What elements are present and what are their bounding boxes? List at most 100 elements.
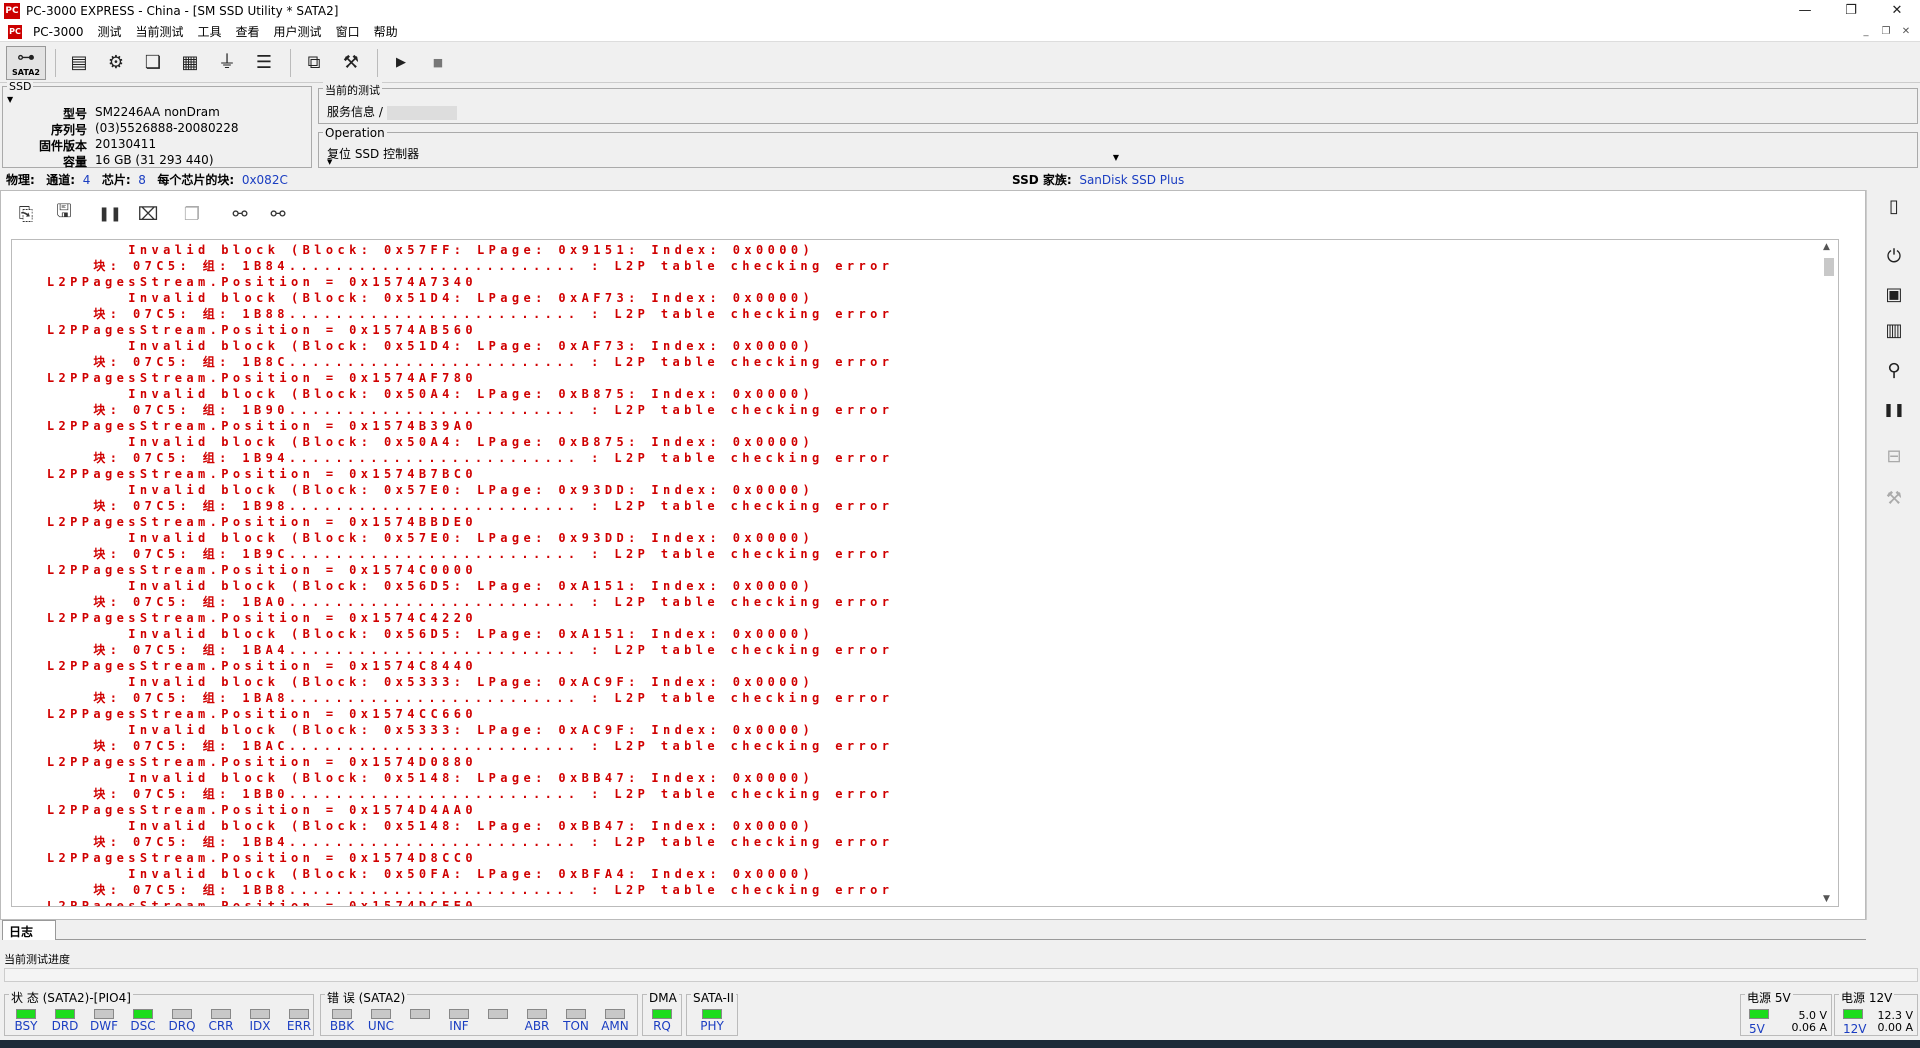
menu-window[interactable]: 窗口 (329, 22, 367, 42)
child-close-button[interactable]: ✕ (1896, 22, 1916, 42)
error-label: BBK (329, 1019, 355, 1033)
right-toolbar: ▯ ⏻ ▣ ▥ ⚲ ❚❚ ⊟ ⚒ (1866, 190, 1920, 920)
board-button[interactable]: ▣ (1867, 284, 1920, 305)
board-icon: ▣ (1885, 284, 1903, 305)
log-line: Invalid block (Block: 0x50FA: LPage: 0xB… (12, 867, 815, 881)
find-button[interactable]: ⚯ (223, 200, 257, 228)
vertical-scrollbar[interactable]: ▲ ▼ (1820, 240, 1838, 906)
log-line: Invalid block (Block: 0x57FF: LPage: 0x9… (12, 243, 815, 257)
dma-rq-indicator: RQ (645, 1009, 679, 1034)
operation-dropdown-icon[interactable]: ▼ (1113, 153, 1119, 162)
ssd-panel-title: SSD (7, 80, 34, 93)
run-button[interactable]: ▶ (384, 46, 418, 80)
log-line: 块: 07C5: 组: 1BB0........................… (12, 787, 894, 801)
status-led (133, 1009, 153, 1019)
power-12v-title: 电源 12V (1839, 991, 1895, 1005)
menu-tools[interactable]: 工具 (191, 22, 229, 42)
open-log-button[interactable]: ⎘ (9, 200, 43, 228)
log-line: Invalid block (Block: 0x5148: LPage: 0xB… (12, 771, 815, 785)
log-line: 块: 07C5: 组: 1BA0........................… (12, 595, 894, 609)
sata-title: SATA-II (691, 991, 736, 1005)
log-line: Invalid block (Block: 0x57E0: LPage: 0x9… (12, 483, 815, 497)
menu-current-test[interactable]: 当前测试 (129, 22, 191, 42)
status-label: BSY (14, 1019, 38, 1033)
log-text-area[interactable]: Invalid block (Block: 0x57FF: LPage: 0x9… (11, 239, 1839, 907)
operation-expand-icon[interactable]: ▼ (327, 158, 332, 166)
minimize-button[interactable]: — (1782, 0, 1828, 22)
power-12v-current: 0.00 A (1877, 1021, 1913, 1034)
drive-button[interactable]: ⊟ (1867, 446, 1920, 467)
log-line: 块: 07C5: 组: 1BAC........................… (12, 739, 894, 753)
sata2-port-button[interactable]: ⊶ SATA2 (6, 45, 46, 80)
list-button[interactable]: ☰ (247, 46, 281, 80)
clear-log-button[interactable]: ⌧ (131, 200, 165, 228)
menu-view[interactable]: 查看 (229, 22, 267, 42)
error-indicator: TON (559, 1009, 593, 1034)
sd-card-button[interactable]: ▯ (1867, 196, 1920, 217)
passport-button[interactable]: ▤ (62, 46, 96, 80)
port-icon: ⊶ (17, 47, 35, 68)
chip-gear-icon: ⚙ (107, 51, 125, 73)
child-minimize-button[interactable]: _ (1856, 22, 1876, 42)
scroll-up-icon[interactable]: ▲ (1823, 242, 1830, 252)
clear-icon: ⌧ (137, 203, 159, 225)
save-log-button[interactable]: 🖫 (47, 200, 81, 228)
serial-label: 序列号 (50, 123, 87, 137)
restore-button[interactable]: ❐ (1828, 0, 1874, 22)
status-label: DRD (51, 1019, 79, 1033)
power-5v-led[interactable] (1749, 1009, 1769, 1019)
status-led (289, 1009, 309, 1019)
close-button[interactable]: ✕ (1874, 0, 1920, 22)
current-test-panel: 当前的测试 服务信息 / (318, 82, 1918, 124)
copy-chips-button[interactable]: ❏ (136, 46, 170, 80)
log-line: L2PPagesStream.Position = 0x1574D4AA0 (12, 803, 477, 817)
chip-settings-button[interactable]: ⚙ (99, 46, 133, 80)
menu-user-test[interactable]: 用户测试 (267, 22, 329, 42)
log-line: Invalid block (Block: 0x5333: LPage: 0xA… (12, 675, 815, 689)
windows-button[interactable]: ⧉ (297, 46, 331, 80)
tab-log[interactable]: 日志 (2, 920, 56, 940)
current-test-title: 当前的测试 (323, 82, 382, 98)
error-label: TON (563, 1019, 589, 1033)
stop-button[interactable]: ■ (421, 46, 455, 80)
flash-button[interactable]: ⏚ (210, 46, 244, 80)
tools-side-button[interactable]: ⚒ (1867, 488, 1920, 509)
menu-test[interactable]: 测试 (90, 22, 128, 42)
ssd-dropdown-icon[interactable]: ▼ (7, 95, 13, 104)
sd-card-icon: ▯ (1889, 196, 1899, 217)
pause-side-button[interactable]: ❚❚ (1867, 398, 1920, 419)
child-window-icon[interactable]: PC (8, 24, 22, 39)
find-next-button[interactable]: ⚯ (261, 200, 295, 228)
error-indicator: INF (442, 1009, 476, 1034)
power-12v-led[interactable] (1843, 1009, 1863, 1019)
copy-icon: ❐ (183, 203, 201, 225)
usb-button[interactable]: ⚲ (1867, 360, 1920, 381)
ssd-family-value: SanDisk SSD Plus (1079, 173, 1185, 187)
dma-panel: DMA RQ (642, 992, 682, 1036)
log-line: L2PPagesStream.Position = 0x1574C4220 (12, 611, 477, 625)
log-line: L2PPagesStream.Position = 0x1574AF780 (12, 371, 477, 385)
tool-button[interactable]: ⚒ (334, 46, 368, 80)
flash-icon: ⏚ (218, 51, 236, 73)
log-line: 块: 07C5: 组: 1BA4........................… (12, 643, 894, 657)
power-12v-readout: 12.3 V 0.00 A (1877, 1010, 1913, 1034)
scroll-thumb[interactable] (1824, 258, 1834, 276)
chip-map-button[interactable]: ▦ (173, 46, 207, 80)
child-restore-button[interactable]: ❐ (1876, 22, 1896, 42)
menu-pc3000[interactable]: PC-3000 (26, 22, 90, 42)
scroll-down-icon[interactable]: ▼ (1823, 894, 1830, 904)
power-control-button[interactable]: ⏻ (1867, 246, 1920, 267)
log-line: Invalid block (Block: 0x50A4: LPage: 0xB… (12, 387, 815, 401)
reset-button[interactable]: ▥ (1867, 320, 1920, 341)
sata-phy-indicator: PHY (695, 1009, 729, 1034)
log-line: 块: 07C5: 组: 1B8C........................… (12, 355, 894, 369)
log-line: Invalid block (Block: 0x56D5: LPage: 0xA… (12, 579, 815, 593)
menu-help[interactable]: 帮助 (367, 22, 405, 42)
copy-log-button[interactable]: ❐ (175, 200, 209, 228)
toolbar-separator (55, 48, 56, 77)
log-line: 块: 07C5: 组: 1B9C........................… (12, 547, 894, 561)
status-indicator: ERR (282, 1009, 316, 1034)
pause-log-button[interactable]: ❚❚ (93, 200, 127, 228)
log-line: 块: 07C5: 组: 1BB8........................… (12, 883, 894, 897)
error-indicator: UNC (364, 1009, 398, 1034)
